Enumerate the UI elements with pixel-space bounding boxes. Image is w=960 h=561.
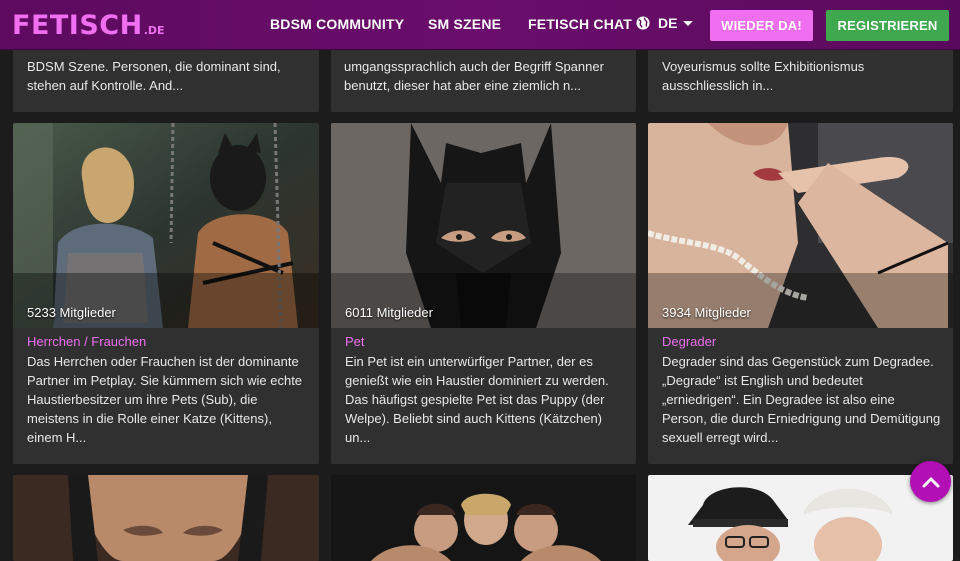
- card-description: BDSM Szene. Personen, die dominant sind,…: [27, 59, 281, 93]
- nav-sm-szene[interactable]: SM SZENE: [428, 16, 501, 32]
- group-card-bottom-3[interactable]: [648, 475, 953, 561]
- group-card-herrchen-frauchen[interactable]: 5233 Mitglieder Herrchen / Frauchen Das …: [13, 123, 319, 464]
- group-image[interactable]: [331, 475, 636, 561]
- group-description: Degrader sind das Gegenstück zum Degrade…: [662, 354, 941, 445]
- language-code: DE: [658, 15, 678, 31]
- scroll-to-top-button[interactable]: [910, 461, 951, 502]
- caret-down-icon: [683, 20, 694, 26]
- group-card-degrader[interactable]: 3934 Mitglieder Degrader Degrader sind d…: [648, 123, 953, 464]
- group-description: Das Herrchen oder Frauchen ist der domin…: [27, 354, 303, 445]
- group-card-bottom-1[interactable]: [13, 475, 319, 561]
- group-card-bottom-2[interactable]: [331, 475, 636, 561]
- group-title[interactable]: Herrchen / Frauchen: [27, 334, 146, 349]
- group-image[interactable]: [331, 123, 636, 328]
- card-description: umgangssprachlich auch der Begriff Spann…: [344, 59, 604, 93]
- globe-icon: [636, 16, 650, 30]
- member-count: 3934 Mitglieder: [662, 305, 751, 320]
- group-title[interactable]: Pet: [345, 334, 365, 349]
- language-selector[interactable]: DE: [636, 15, 694, 31]
- nav-fetisch-chat[interactable]: FETISCH CHAT: [528, 16, 632, 32]
- top-header: FETISCH .DE BDSM COMMUNITY SM SZENE FETI…: [0, 0, 960, 50]
- login-button[interactable]: WIEDER DA!: [710, 10, 813, 41]
- site-logo[interactable]: FETISCH .DE: [12, 11, 165, 41]
- member-count: 5233 Mitglieder: [27, 305, 116, 320]
- member-count: 6011 Mitglieder: [345, 305, 433, 320]
- logo-tld: .DE: [143, 24, 165, 37]
- group-description: Ein Pet ist ein unterwürfiger Partner, d…: [345, 354, 609, 445]
- group-image[interactable]: [13, 123, 319, 328]
- card-description: Voyeurismus sollte Exhibitionismus aussc…: [662, 59, 865, 93]
- group-image[interactable]: [648, 123, 953, 328]
- group-image[interactable]: [13, 475, 319, 561]
- chevron-up-icon: [922, 477, 939, 487]
- group-image[interactable]: [648, 475, 953, 561]
- group-card-pet[interactable]: 6011 Mitglieder Pet Ein Pet ist ein unte…: [331, 123, 636, 464]
- group-title[interactable]: Degrader: [662, 334, 716, 349]
- register-button[interactable]: REGISTRIEREN: [826, 10, 949, 41]
- logo-text: FETISCH: [12, 10, 143, 41]
- nav-bdsm-community[interactable]: BDSM COMMUNITY: [270, 16, 404, 32]
